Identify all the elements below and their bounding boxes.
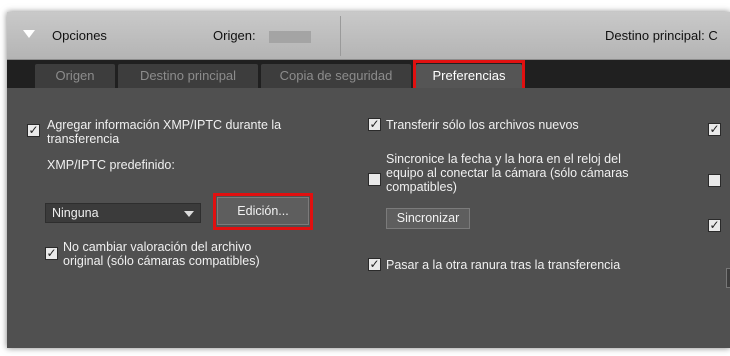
tab-main-destination[interactable]: Destino principal	[118, 64, 258, 88]
tab-backup[interactable]: Copia de seguridad	[261, 64, 411, 88]
no-change-rating-label-line2: original (sólo cámaras compatibles)	[63, 254, 260, 268]
sync-button[interactable]: Sincronizar	[386, 208, 470, 229]
sync-time-checkbox[interactable]	[368, 173, 381, 186]
right-checkbox-3[interactable]: ✓	[708, 219, 721, 232]
add-xmp-label-line2: transferencia	[47, 132, 120, 146]
right-checkbox-1[interactable]: ✓	[708, 123, 721, 136]
right-partial-control[interactable]	[726, 268, 730, 288]
default-xmp-select-value: Ninguna	[52, 206, 99, 220]
collapse-triangle-icon[interactable]	[23, 30, 35, 38]
sync-time-label-line1: Sincronice la fecha y la hora en el relo…	[386, 152, 621, 166]
origin-label: Origen:	[213, 28, 256, 43]
add-xmp-checkbox[interactable]: ✓	[27, 124, 40, 137]
next-slot-label: Pasar a la otra ranura tras la transfere…	[386, 258, 621, 272]
right-checkbox-2[interactable]	[708, 174, 721, 187]
options-header[interactable]: Opciones Origen: Destino principal: C	[7, 12, 730, 60]
no-change-rating-label-line1: No cambiar valoración del archivo	[63, 240, 252, 254]
new-files-only-checkbox[interactable]: ✓	[368, 118, 381, 131]
sync-time-label-line3: compatibles)	[386, 180, 457, 194]
default-xmp-label: XMP/IPTC predefinido:	[47, 158, 175, 172]
edit-button-highlight	[213, 193, 313, 230]
options-title: Opciones	[52, 28, 107, 43]
options-panel: Opciones Origen: Destino principal: C Or…	[7, 12, 730, 348]
default-xmp-select[interactable]: Ninguna	[45, 203, 201, 223]
destination-label: Destino principal: C	[605, 28, 718, 43]
add-xmp-label-line1: Agregar información XMP/IPTC durante la	[47, 118, 282, 132]
new-files-only-label: Transferir sólo los archivos nuevos	[386, 118, 579, 132]
sync-time-label-line2: equipo al conectar la cámara (sólo cámar…	[386, 166, 629, 180]
next-slot-checkbox[interactable]: ✓	[368, 258, 381, 271]
no-change-rating-checkbox[interactable]: ✓	[45, 247, 58, 260]
dropdown-arrow-icon	[184, 211, 194, 217]
header-divider	[340, 16, 341, 56]
origin-value-redacted	[269, 31, 311, 43]
tab-origin[interactable]: Origen	[35, 64, 115, 88]
preferences-tab-highlight	[413, 60, 525, 91]
